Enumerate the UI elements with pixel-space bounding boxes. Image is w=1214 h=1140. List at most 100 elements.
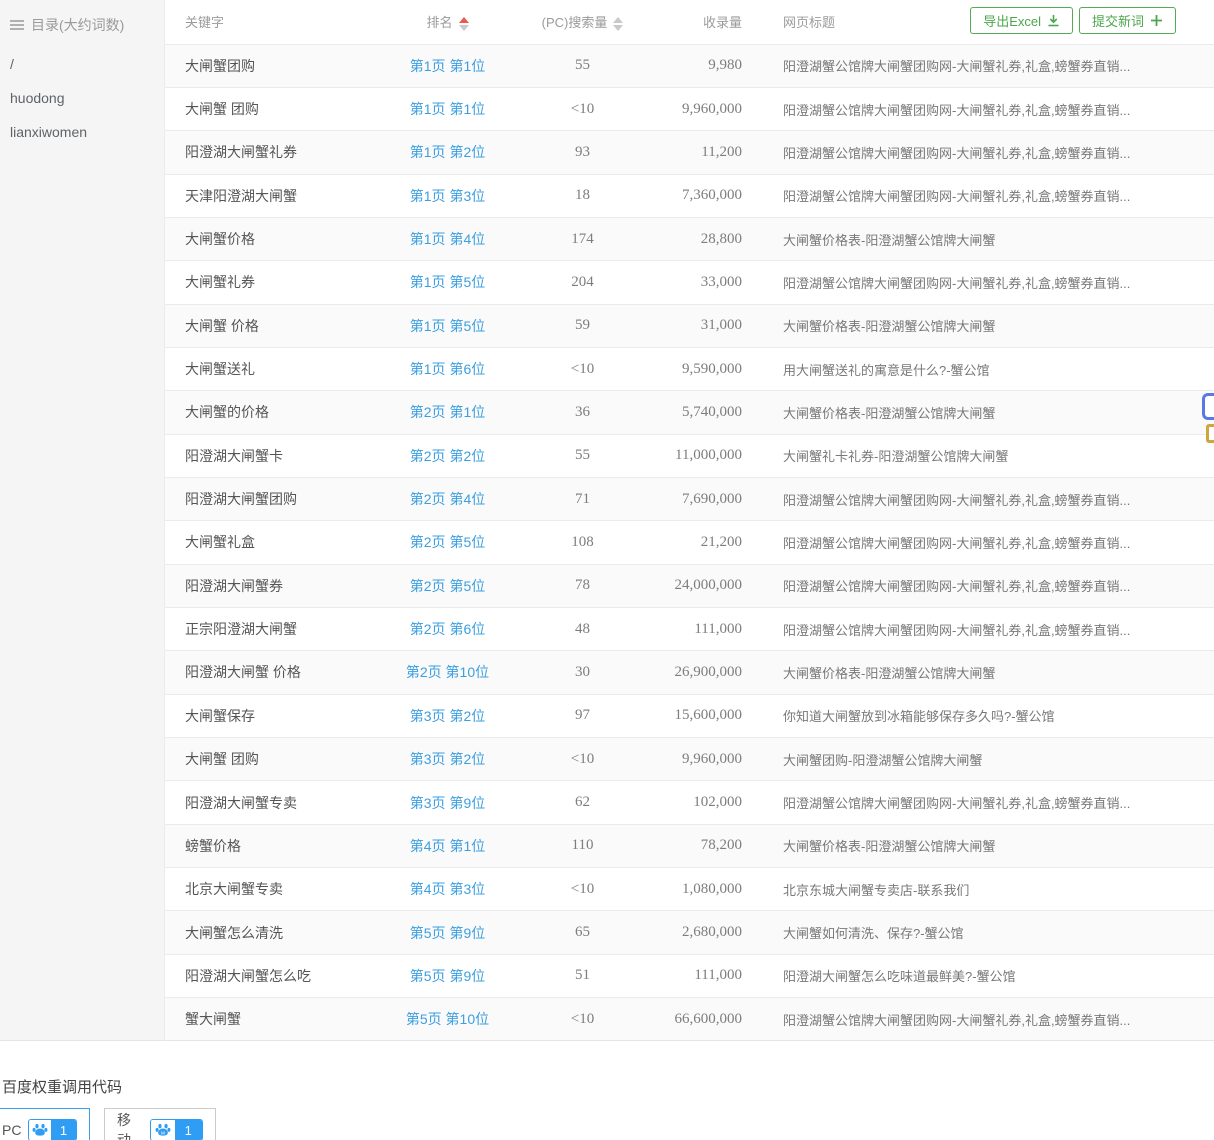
rank-link[interactable]: 第1页 第4位 [410,231,485,247]
rank-link[interactable]: 第4页 第1位 [410,838,485,854]
rank-link[interactable]: 第2页 第5位 [410,534,485,550]
search-volume-cell: 30 [495,651,670,694]
rank-cell: 第2页 第2位 [400,434,495,477]
page-title-cell: 阳澄湖蟹公馆牌大闸蟹团购网-大闸蟹礼券,礼盒,螃蟹券直销... [755,477,1214,520]
index-count-cell: 21,200 [670,521,755,564]
sidebar-item-lianxiwomen[interactable]: lianxiwomen [0,115,164,149]
header-search-volume-sort[interactable]: (PC)搜索量 [495,0,670,44]
rank-cell: 第1页 第1位 [400,44,495,87]
keyword-cell: 大闸蟹的价格 [165,391,400,434]
index-count-cell: 111,000 [670,954,755,997]
rank-link[interactable]: 第2页 第5位 [410,578,485,594]
keyword-table: 关键字 排名 (PC)搜索量 收录量 网页标题 大闸蟹团购 第1页 第1位 55… [165,0,1214,1041]
page-title-cell: 大闸蟹价格表-阳澄湖蟹公馆牌大闸蟹 [755,824,1214,867]
rank-cell: 第2页 第10位 [400,651,495,694]
mobile-weight-value: 1 [175,1120,203,1140]
keyword-cell: 蟹大闸蟹 [165,998,400,1041]
plus-icon [1150,14,1163,27]
table-row: 大闸蟹礼券 第1页 第5位 204 33,000 阳澄湖蟹公馆牌大闸蟹团购网-大… [165,261,1214,304]
page-title-cell: 大闸蟹价格表-阳澄湖蟹公馆牌大闸蟹 [755,304,1214,347]
floating-side-widget[interactable] [1199,393,1214,451]
rank-cell: 第2页 第6位 [400,607,495,650]
export-excel-label: 导出Excel [983,11,1041,30]
sidebar-item-root[interactable]: / [0,47,164,81]
index-count-cell: 28,800 [670,217,755,260]
rank-link[interactable]: 第2页 第2位 [410,448,485,464]
rank-link[interactable]: 第5页 第9位 [410,968,485,984]
index-count-cell: 9,960,000 [670,738,755,781]
table-row: 大闸蟹价格 第1页 第4位 174 28,800 大闸蟹价格表-阳澄湖蟹公馆牌大… [165,217,1214,260]
rank-link[interactable]: 第2页 第10位 [406,664,489,680]
table-row: 阳澄湖大闸蟹怎么吃 第5页 第9位 51 111,000 阳澄湖大闸蟹怎么吃味道… [165,954,1214,997]
index-count-cell: 31,000 [670,304,755,347]
table-row: 大闸蟹 价格 第1页 第5位 59 31,000 大闸蟹价格表-阳澄湖蟹公馆牌大… [165,304,1214,347]
rank-link[interactable]: 第1页 第5位 [410,274,485,290]
submit-new-words-button[interactable]: 提交新词 [1079,7,1176,34]
keyword-table-area: 关键字 排名 (PC)搜索量 收录量 网页标题 大闸蟹团购 第1页 第1位 55… [165,0,1214,1041]
page-title-cell: 大闸蟹礼卡礼券-阳澄湖蟹公馆牌大闸蟹 [755,434,1214,477]
table-row: 大闸蟹保存 第3页 第2位 97 15,600,000 你知道大闸蟹放到冰箱能够… [165,694,1214,737]
rank-link[interactable]: 第5页 第10位 [406,1011,489,1027]
sidebar-item-huodong[interactable]: huodong [0,81,164,115]
table-row: 阳澄湖大闸蟹卡 第2页 第2位 55 11,000,000 大闸蟹礼卡礼券-阳澄… [165,434,1214,477]
rank-cell: 第1页 第6位 [400,347,495,390]
rank-link[interactable]: 第2页 第1位 [410,404,485,420]
page-title-cell: 阳澄湖蟹公馆牌大闸蟹团购网-大闸蟹礼券,礼盒,螃蟹券直销... [755,44,1214,87]
rank-link[interactable]: 第3页 第2位 [410,751,485,767]
sidebar-title-label: 目录(大约词数) [31,15,124,35]
download-icon [1047,14,1060,27]
rank-cell: 第1页 第3位 [400,174,495,217]
sort-arrows-icon[interactable] [613,17,623,31]
keyword-rank-page: 目录(大约词数) / huodong lianxiwomen 关键字 排名 (P… [0,0,1214,1140]
rank-link[interactable]: 第2页 第4位 [410,491,485,507]
search-volume-cell: 55 [495,434,670,477]
page-title-cell: 大闸蟹价格表-阳澄湖蟹公馆牌大闸蟹 [755,391,1214,434]
rank-link[interactable]: 第3页 第9位 [410,795,485,811]
rank-cell: 第3页 第2位 [400,694,495,737]
index-count-cell: 9,980 [670,44,755,87]
sidebar-title: 目录(大约词数) [0,0,164,47]
keyword-cell: 大闸蟹价格 [165,217,400,260]
rank-link[interactable]: 第3页 第2位 [410,708,485,724]
table-row: 蟹大闸蟹 第5页 第10位 <10 66,600,000 阳澄湖蟹公馆牌大闸蟹团… [165,998,1214,1041]
pc-badge-label: PC [2,1122,21,1138]
rank-cell: 第1页 第5位 [400,304,495,347]
pc-weight-badge[interactable]: PC 1 [0,1108,90,1140]
export-excel-button[interactable]: 导出Excel [970,7,1073,34]
search-volume-cell: 174 [495,217,670,260]
keyword-cell: 螃蟹价格 [165,824,400,867]
rank-link[interactable]: 第1页 第3位 [410,188,485,204]
mobile-badge-label: 移动 [117,1110,143,1140]
table-row: 阳澄湖大闸蟹 价格 第2页 第10位 30 26,900,000 大闸蟹价格表-… [165,651,1214,694]
rank-link[interactable]: 第1页 第5位 [410,318,485,334]
rank-link[interactable]: 第4页 第3位 [410,881,485,897]
rank-link[interactable]: 第2页 第6位 [410,621,485,637]
header-rank-sort[interactable]: 排名 [400,0,495,44]
rank-link[interactable]: 第1页 第2位 [410,144,485,160]
keyword-cell: 大闸蟹 团购 [165,738,400,781]
mobile-weight-badge[interactable]: 移动 M 1 [104,1108,216,1140]
table-row: 大闸蟹礼盒 第2页 第5位 108 21,200 阳澄湖蟹公馆牌大闸蟹团购网-大… [165,521,1214,564]
rank-link[interactable]: 第1页 第1位 [410,101,485,117]
svg-text:M: M [161,1130,165,1136]
rank-link[interactable]: 第1页 第6位 [410,361,485,377]
keyword-cell: 北京大闸蟹专卖 [165,868,400,911]
search-volume-cell: 59 [495,304,670,347]
rank-link[interactable]: 第5页 第9位 [410,925,485,941]
rank-cell: 第5页 第10位 [400,998,495,1041]
page-title-cell: 大闸蟹价格表-阳澄湖蟹公馆牌大闸蟹 [755,217,1214,260]
rank-cell: 第3页 第9位 [400,781,495,824]
index-count-cell: 2,680,000 [670,911,755,954]
page-title-cell: 大闸蟹如何清洗、保存?-蟹公馆 [755,911,1214,954]
search-volume-cell: 78 [495,564,670,607]
index-count-cell: 5,740,000 [670,391,755,434]
table-row: 阳澄湖大闸蟹团购 第2页 第4位 71 7,690,000 阳澄湖蟹公馆牌大闸蟹… [165,477,1214,520]
keyword-cell: 阳澄湖大闸蟹券 [165,564,400,607]
rank-cell: 第5页 第9位 [400,954,495,997]
rank-link[interactable]: 第1页 第1位 [410,58,485,74]
rank-cell: 第2页 第5位 [400,564,495,607]
search-volume-cell: <10 [495,87,670,130]
rank-cell: 第2页 第1位 [400,391,495,434]
page-title-cell: 阳澄湖蟹公馆牌大闸蟹团购网-大闸蟹礼券,礼盒,螃蟹券直销... [755,998,1214,1041]
sort-arrows-icon[interactable] [459,17,469,31]
